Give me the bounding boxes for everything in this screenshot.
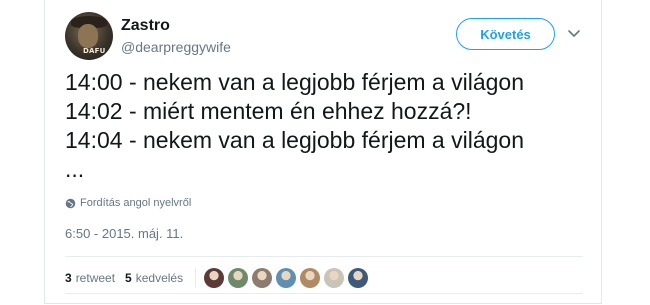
retweet-count: 3	[65, 271, 72, 285]
liker-avatar[interactable]	[228, 268, 249, 288]
liker-avatar[interactable]	[300, 268, 321, 288]
tweet-line: 14:00 - nekem van a legjobb férjem a vil…	[65, 69, 525, 95]
author-name[interactable]: Zastro	[121, 17, 170, 35]
liker-avatars	[204, 268, 369, 288]
retweet-stat[interactable]: 3 retweet	[65, 271, 115, 285]
tweet-timestamp[interactable]: 6:50 - 2015. máj. 11.	[65, 226, 183, 241]
translate-link[interactable]: Fordítás angol nyelvről	[65, 197, 191, 209]
liker-avatar[interactable]	[204, 268, 225, 288]
stats-separator	[195, 268, 197, 288]
retweet-label: retweet	[75, 271, 116, 285]
tweet-line: 14:04 - nekem van a legjobb férjem a vil…	[65, 127, 525, 153]
author-handle[interactable]: @dearpreggywife	[121, 39, 231, 55]
tweet-line: 14:02 - miért mentem én ehhez hozzá?!	[65, 98, 472, 124]
tweet-line: ...	[65, 156, 85, 182]
tweet-text: 14:00 - nekem van a legjobb férjem a vil…	[65, 68, 595, 184]
globe-icon	[65, 198, 76, 208]
liker-avatar[interactable]	[252, 268, 273, 288]
divider	[65, 256, 583, 257]
engagement-stats: 3 retweet 5 kedvelés	[65, 268, 369, 288]
follow-button[interactable]: Követés	[456, 18, 555, 50]
translate-label: Fordítás angol nyelvről	[80, 197, 192, 209]
chevron-down-icon[interactable]	[567, 26, 581, 40]
avatar-face	[78, 24, 98, 48]
liker-avatar[interactable]	[324, 268, 345, 288]
avatar[interactable]: DAFU	[65, 12, 113, 60]
like-stat[interactable]: 5 kedvelés	[125, 271, 183, 285]
avatar-label: DAFU	[83, 47, 106, 55]
divider	[65, 293, 583, 294]
liker-avatar[interactable]	[276, 268, 297, 288]
liker-avatar[interactable]	[348, 268, 369, 288]
like-count: 5	[125, 271, 132, 285]
like-label: kedvelés	[135, 271, 184, 285]
tweet-card: DAFU Zastro @dearpreggywife Követés 14:0…	[44, 0, 602, 304]
